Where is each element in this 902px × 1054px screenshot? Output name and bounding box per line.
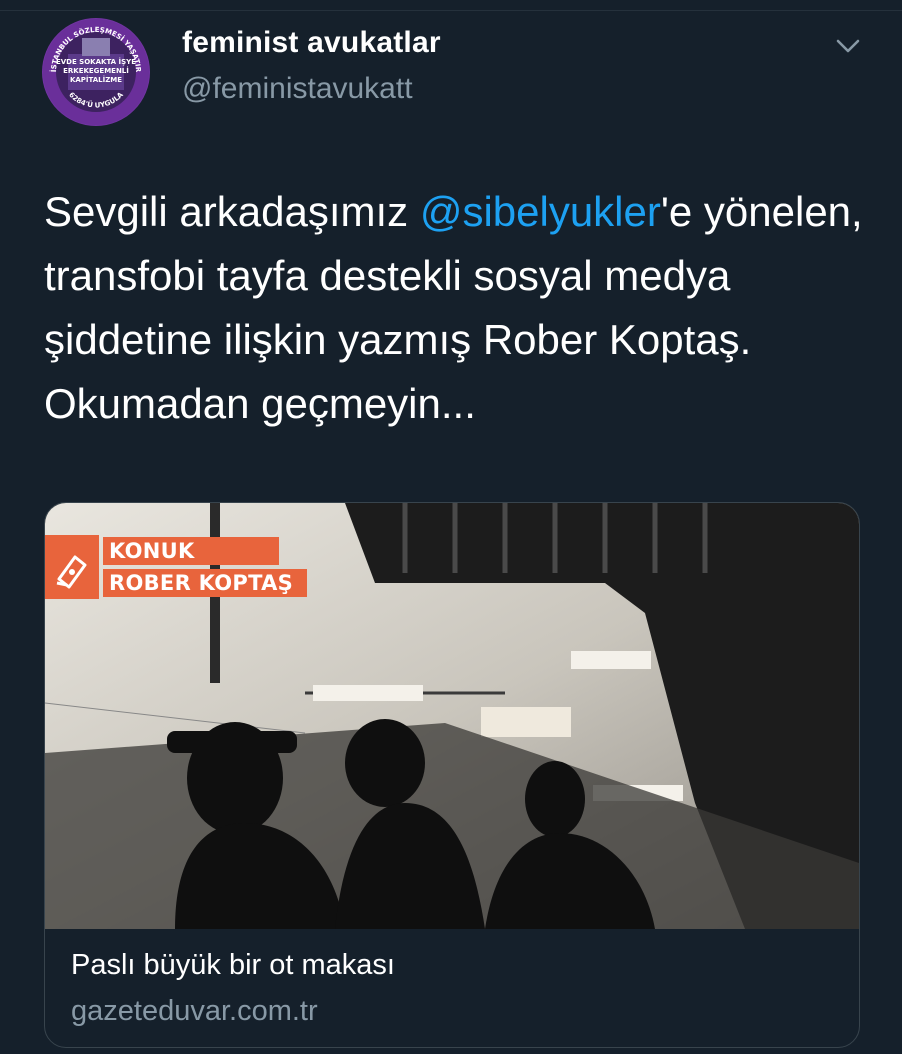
top-divider bbox=[0, 0, 902, 11]
tweet-text-start: Sevgili arkadaşımız bbox=[44, 188, 420, 235]
mention-link[interactable]: @sibelyukler bbox=[420, 188, 661, 235]
pen-nib-icon bbox=[45, 535, 99, 599]
author-name[interactable]: feminist avukatlar bbox=[182, 26, 441, 60]
card-domain: gazeteduvar.com.tr bbox=[71, 995, 318, 1027]
tweet-text: Sevgili arkadaşımız @sibelyukler'e yönel… bbox=[44, 180, 864, 436]
badge-label-author: ROBER KOPTAŞ bbox=[103, 569, 307, 597]
avatar-line-3: KAPİTALİZME bbox=[70, 75, 122, 84]
guest-writer-badge: KONUK YAZAR ROBER KOPTAŞ bbox=[45, 535, 307, 599]
author-handle[interactable]: @feministavukatt bbox=[182, 72, 413, 106]
badge-label-guest-writer: KONUK YAZAR bbox=[103, 537, 279, 591]
avatar-line-1: EVDE SOKAKTA İŞYE bbox=[56, 57, 136, 66]
avatar-line-2: ERKEKEGEMENLİ bbox=[63, 66, 129, 75]
avatar-image: İSTANBUL SÖZLEŞMESİ YAŞATIR EVDE SOKAKTA… bbox=[43, 19, 149, 125]
card-image: KONUK YAZAR ROBER KOPTAŞ bbox=[45, 503, 859, 929]
chevron-down-icon[interactable] bbox=[832, 30, 864, 62]
link-card[interactable]: KONUK YAZAR ROBER KOPTAŞ Paslı büyük bir… bbox=[44, 502, 860, 1048]
author-avatar[interactable]: İSTANBUL SÖZLEŞMESİ YAŞATIR EVDE SOKAKTA… bbox=[42, 18, 150, 126]
card-title[interactable]: Paslı büyük bir ot makası bbox=[71, 949, 395, 982]
